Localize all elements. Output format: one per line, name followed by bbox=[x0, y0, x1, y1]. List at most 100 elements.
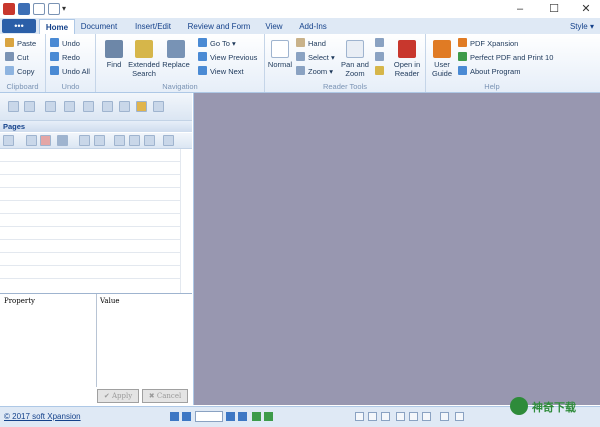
select-icon bbox=[296, 52, 305, 61]
tab-review-and-form[interactable]: Review and Form bbox=[185, 19, 253, 34]
forward-icon[interactable] bbox=[264, 412, 273, 421]
pdf-xpansion-button[interactable]: PDF Xpansion bbox=[458, 38, 518, 50]
layers-panel-icon[interactable] bbox=[102, 101, 113, 112]
view-previous-button[interactable]: View Previous bbox=[198, 52, 257, 64]
tab-add-ins[interactable]: Add-Ins bbox=[295, 19, 331, 34]
page-extract-icon[interactable] bbox=[26, 135, 37, 146]
replace-button[interactable]: Replace bbox=[161, 40, 191, 69]
hand-button[interactable]: Hand bbox=[296, 38, 326, 50]
perfect-pdf-icon bbox=[458, 52, 467, 61]
undo-button[interactable]: Undo bbox=[50, 38, 80, 50]
quick-access-dropdown-icon[interactable]: ▾ bbox=[62, 3, 68, 15]
file-menu-button[interactable]: ••• bbox=[2, 19, 36, 33]
navigation-group: Find Extended Search Replace Go To ▾ View… bbox=[96, 34, 265, 92]
print-icon[interactable] bbox=[144, 135, 155, 146]
view-next-icon bbox=[198, 66, 207, 75]
find-button[interactable]: Find bbox=[101, 40, 127, 69]
pages-panel-icon[interactable] bbox=[8, 101, 19, 112]
pan-zoom-label-2: Zoom bbox=[345, 69, 365, 78]
page-delete-icon[interactable] bbox=[40, 135, 51, 146]
tab-view[interactable]: View bbox=[260, 19, 288, 34]
normal-button[interactable]: Normal bbox=[266, 40, 294, 69]
tab-home[interactable]: Home bbox=[39, 19, 75, 35]
zoom-dropdown-icon[interactable] bbox=[440, 412, 449, 421]
bookmarks-panel-icon[interactable] bbox=[24, 101, 35, 112]
comments-panel-icon[interactable] bbox=[83, 101, 94, 112]
previous-page-icon[interactable] bbox=[182, 412, 191, 421]
fit-small-button[interactable] bbox=[375, 66, 387, 78]
list-panel-icon[interactable] bbox=[45, 101, 56, 112]
page-insert-icon[interactable] bbox=[3, 135, 14, 146]
document-viewport[interactable] bbox=[194, 93, 600, 405]
single-page-view-icon[interactable] bbox=[355, 412, 364, 421]
style-menu[interactable]: Style ▾ bbox=[566, 19, 598, 34]
select-button[interactable]: Select ▾ bbox=[296, 52, 335, 64]
first-page-icon[interactable] bbox=[170, 412, 179, 421]
hand-label: Hand bbox=[308, 39, 326, 48]
undo-all-button[interactable]: Undo All bbox=[50, 66, 90, 78]
last-page-icon[interactable] bbox=[238, 412, 247, 421]
user-guide-button[interactable]: User Guide bbox=[429, 40, 455, 78]
pan-and-zoom-button[interactable]: Pan and Zoom bbox=[340, 40, 370, 78]
perfect-pdf-button[interactable]: Perfect PDF and Print 10 bbox=[458, 52, 553, 64]
undo-group: Undo Redo Undo All Undo bbox=[46, 34, 96, 92]
status-bar: © 2017 soft Xpansion 神奇下载 bbox=[0, 397, 600, 427]
copy-button[interactable]: Copy bbox=[5, 66, 35, 78]
go-to-button[interactable]: Go To ▾ bbox=[198, 38, 236, 50]
save-icon[interactable] bbox=[18, 3, 30, 15]
continuous-view-icon[interactable] bbox=[368, 412, 377, 421]
cut-button[interactable]: Cut bbox=[5, 52, 29, 64]
next-page-icon[interactable] bbox=[226, 412, 235, 421]
tab-insert-edit[interactable]: Insert/Edit bbox=[128, 19, 178, 34]
go-to-label: Go To bbox=[210, 39, 230, 48]
app-icon bbox=[3, 3, 15, 15]
links-panel-icon[interactable] bbox=[119, 101, 130, 112]
redo-icon[interactable] bbox=[48, 3, 60, 15]
fit-page-icon[interactable] bbox=[396, 412, 405, 421]
page-copy-icon[interactable] bbox=[94, 135, 105, 146]
close-button[interactable]: ✕ bbox=[572, 0, 600, 18]
cancel-button[interactable]: ✖ Cancel bbox=[142, 389, 188, 403]
attachments-panel-icon[interactable] bbox=[64, 101, 75, 112]
about-program-button[interactable]: About Program bbox=[458, 66, 520, 78]
cancel-label: Cancel bbox=[156, 392, 182, 400]
redo-label: Redo bbox=[62, 53, 80, 62]
redo-button[interactable]: Redo bbox=[50, 52, 80, 64]
images-panel-icon[interactable] bbox=[153, 101, 164, 112]
zoom-button[interactable]: Zoom ▾ bbox=[296, 66, 333, 78]
view-next-button[interactable]: View Next bbox=[198, 66, 244, 78]
fit-width-icon[interactable] bbox=[409, 412, 418, 421]
back-icon[interactable] bbox=[252, 412, 261, 421]
page-number-input[interactable] bbox=[195, 411, 223, 422]
maximize-button[interactable]: ☐ bbox=[540, 0, 568, 18]
page-options-icon[interactable] bbox=[163, 135, 174, 146]
extended-search-button[interactable]: Extended Search bbox=[127, 40, 161, 78]
facing-view-icon[interactable] bbox=[381, 412, 390, 421]
page-rotate-icon[interactable] bbox=[79, 135, 90, 146]
user-guide-label-2: Guide bbox=[431, 69, 452, 78]
undo-icon[interactable] bbox=[33, 3, 45, 15]
open-in-reader-button[interactable]: Open in Reader bbox=[391, 40, 423, 78]
copyright-link[interactable]: © 2017 soft Xpansion bbox=[4, 412, 81, 421]
folder-panel-icon[interactable] bbox=[136, 101, 147, 112]
zoom-in-small-button[interactable] bbox=[375, 38, 387, 50]
list-row-divider bbox=[0, 226, 180, 227]
zoom-out-small-button[interactable] bbox=[375, 52, 387, 64]
pdf-xpansion-label: PDF Xpansion bbox=[470, 39, 519, 48]
user-guide-label-1: User bbox=[434, 60, 450, 69]
tab-document[interactable]: Document bbox=[76, 19, 122, 34]
redo-arrow-icon bbox=[50, 52, 59, 61]
cut-label: Cut bbox=[17, 53, 29, 62]
paste-button[interactable]: Paste bbox=[5, 38, 36, 50]
page-grid-icon[interactable] bbox=[114, 135, 125, 146]
apply-button[interactable]: ✔ Apply bbox=[97, 389, 139, 403]
page-crop-icon[interactable] bbox=[129, 135, 140, 146]
list-row-divider bbox=[0, 187, 180, 188]
list-row-divider bbox=[0, 213, 180, 214]
view-previous-icon bbox=[198, 52, 207, 61]
style-label: Style bbox=[569, 22, 588, 31]
zoom-slider-icon[interactable] bbox=[455, 412, 464, 421]
page-move-icon[interactable] bbox=[57, 135, 68, 146]
actual-size-icon[interactable] bbox=[422, 412, 431, 421]
minimize-button[interactable]: – bbox=[506, 0, 534, 18]
